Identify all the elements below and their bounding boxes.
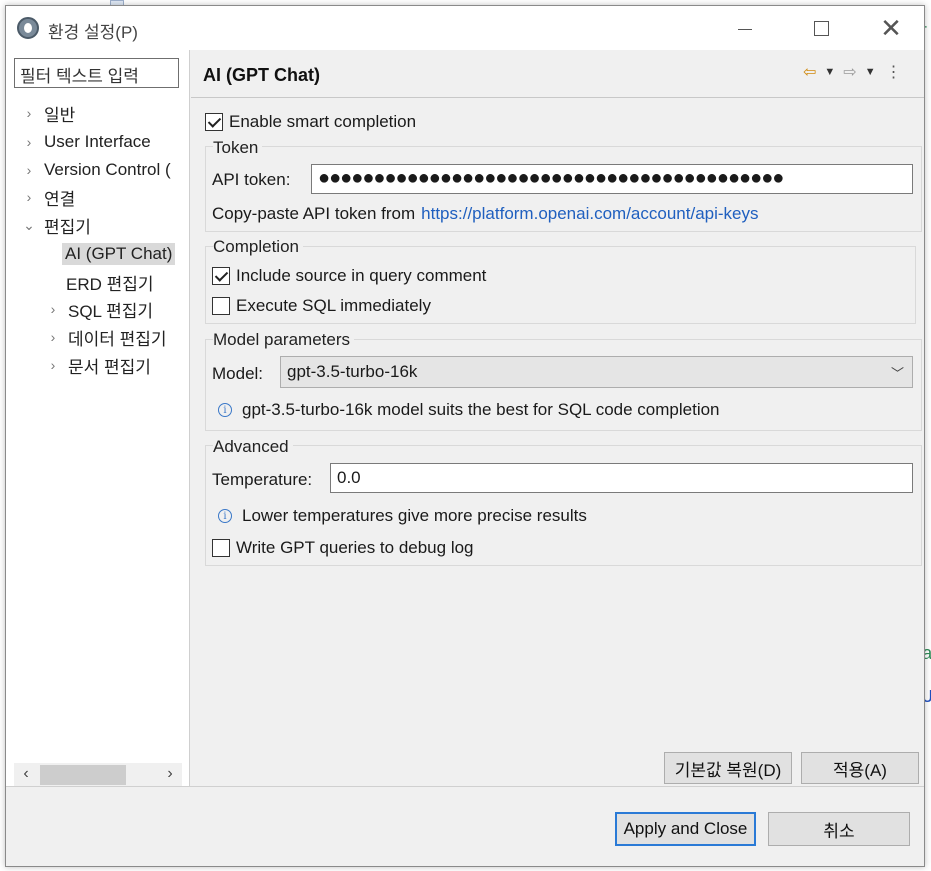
preference-page: AI (GPT Chat) ⇦ ▼ ⇨ ▼ ⋮ Enable smart com… xyxy=(191,50,924,786)
enable-smart-completion-label: Enable smart completion xyxy=(229,112,417,131)
tree-item-editors[interactable]: ⌄ 편집기 xyxy=(20,212,91,238)
chevron-right-icon[interactable]: › xyxy=(20,189,38,205)
model-label: Model: xyxy=(212,364,264,383)
execute-sql-label: Execute SQL immediately xyxy=(236,296,431,315)
debug-log-row[interactable]: Write GPT queries to debug log xyxy=(212,538,474,558)
chevron-down-icon[interactable]: ⌄ xyxy=(20,217,38,234)
apply-and-close-button[interactable]: Apply and Close xyxy=(615,812,756,846)
horizontal-scrollbar[interactable]: ‹ › xyxy=(14,763,182,787)
tree-item-version-control[interactable]: › Version Control ( xyxy=(20,157,171,183)
api-token-label: API token: xyxy=(212,170,291,189)
close-button[interactable]: ✕ xyxy=(868,6,914,50)
forward-dropdown-icon[interactable]: ▼ xyxy=(865,66,876,78)
include-source-label: Include source in query comment xyxy=(236,266,487,285)
back-dropdown-icon[interactable]: ▼ xyxy=(824,66,835,78)
info-icon: i xyxy=(218,403,232,417)
tree-item-label: User Interface xyxy=(44,132,151,151)
completion-group-title: Completion xyxy=(213,237,303,257)
temperature-info-text: Lower temperatures give more precise res… xyxy=(242,506,587,525)
model-select-value: gpt-3.5-turbo-16k xyxy=(287,362,418,381)
tree-item-label: Version Control ( xyxy=(44,160,171,179)
tree-item-label: 데이터 편집기 xyxy=(68,329,167,349)
tree-item-label: 문서 편집기 xyxy=(68,357,151,377)
maximize-icon xyxy=(813,20,829,36)
chevron-right-icon[interactable]: › xyxy=(20,162,38,178)
restore-defaults-button[interactable]: 기본값 복원(D) xyxy=(664,752,792,784)
tree-item-data-editor[interactable]: › 데이터 편집기 xyxy=(44,324,167,350)
back-arrow-icon[interactable]: ⇦ xyxy=(803,62,816,82)
chevron-right-icon[interactable]: › xyxy=(20,134,38,150)
scrollbar-thumb[interactable] xyxy=(40,765,126,785)
tree-item-sql-editor[interactable]: › SQL 편집기 xyxy=(44,296,153,322)
model-info-row: i gpt-3.5-turbo-16k model suits the best… xyxy=(218,400,720,420)
temperature-field[interactable]: 0.0 xyxy=(330,463,913,493)
tree-item-label: 편집기 xyxy=(44,217,91,237)
enable-smart-completion-checkbox[interactable] xyxy=(205,113,223,131)
model-parameters-group-title: Model parameters xyxy=(213,330,355,350)
page-header: AI (GPT Chat) ⇦ ▼ ⇨ ▼ ⋮ xyxy=(191,50,924,98)
debug-log-label: Write GPT queries to debug log xyxy=(236,538,474,557)
execute-sql-checkbox[interactable] xyxy=(212,297,230,315)
history-navigation: ⇦ ▼ ⇨ ▼ ⋮ xyxy=(803,62,902,82)
info-icon: i xyxy=(218,509,232,523)
tree-item-label: 연결 xyxy=(44,189,76,209)
forward-arrow-icon[interactable]: ⇨ xyxy=(843,62,856,82)
chevron-right-icon[interactable]: › xyxy=(44,329,62,345)
api-token-hint: Copy-paste API token from https://platfo… xyxy=(212,204,759,224)
preferences-dialog: 환경 설정(P) ✕ 필터 텍스트 입력 › 일반 › User Interfa… xyxy=(5,5,925,867)
close-icon: ✕ xyxy=(880,13,902,43)
include-source-row[interactable]: Include source in query comment xyxy=(212,266,486,286)
tree-item-user-interface[interactable]: › User Interface xyxy=(20,129,151,155)
tree-item-label: ERD 편집기 xyxy=(66,274,154,294)
tree-item-label: SQL 편집기 xyxy=(68,301,154,321)
tree-item-connections[interactable]: › 연결 xyxy=(20,184,76,210)
temperature-info-row: i Lower temperatures give more precise r… xyxy=(218,506,587,526)
view-menu-icon[interactable]: ⋮ xyxy=(886,62,902,82)
include-source-checkbox[interactable] xyxy=(212,267,230,285)
maximize-button[interactable] xyxy=(798,6,844,50)
debug-log-checkbox[interactable] xyxy=(212,539,230,557)
app-icon xyxy=(17,17,39,39)
chevron-right-icon[interactable]: › xyxy=(44,357,62,373)
execute-sql-row[interactable]: Execute SQL immediately xyxy=(212,296,431,316)
scroll-right-icon[interactable]: › xyxy=(160,765,180,785)
api-token-field[interactable]: ●●●●●●●●●●●●●●●●●●●●●●●●●●●●●●●●●●●●●●●●… xyxy=(311,164,913,194)
dialog-footer: Apply and Close 취소 xyxy=(6,786,924,866)
filter-input[interactable]: 필터 텍스트 입력 xyxy=(14,58,179,88)
page-title: AI (GPT Chat) xyxy=(203,65,320,85)
apply-button[interactable]: 적용(A) xyxy=(801,752,919,784)
chevron-down-icon[interactable]: ﹀ xyxy=(891,363,904,382)
advanced-group-title: Advanced xyxy=(213,437,293,457)
minimize-button[interactable] xyxy=(722,6,768,50)
token-group-title: Token xyxy=(213,138,263,158)
tree-item-doc-editor[interactable]: › 문서 편집기 xyxy=(44,352,151,378)
api-token-hint-text: Copy-paste API token from xyxy=(212,204,416,223)
chevron-right-icon[interactable]: › xyxy=(44,301,62,317)
tree-item-erd-editor[interactable]: ERD 편집기 xyxy=(66,269,154,295)
minimize-icon xyxy=(738,28,752,30)
title-bar: 환경 설정(P) ✕ xyxy=(6,6,924,50)
model-select[interactable]: gpt-3.5-turbo-16k ﹀ xyxy=(280,356,913,388)
tree-item-label: AI (GPT Chat) xyxy=(62,243,176,265)
chevron-right-icon[interactable]: › xyxy=(20,105,38,121)
preferences-tree: 필터 텍스트 입력 › 일반 › User Interface › Versio… xyxy=(6,50,190,787)
tree-item-general[interactable]: › 일반 xyxy=(20,100,76,126)
temperature-label: Temperature: xyxy=(212,470,313,489)
window-title: 환경 설정(P) xyxy=(48,23,138,42)
enable-smart-completion-row[interactable]: Enable smart completion xyxy=(205,112,416,132)
model-info-text: gpt-3.5-turbo-16k model suits the best f… xyxy=(242,400,720,419)
tree-item-label: 일반 xyxy=(44,105,76,125)
cancel-button[interactable]: 취소 xyxy=(768,812,910,846)
scroll-left-icon[interactable]: ‹ xyxy=(16,765,36,785)
tree-item-ai-gpt-chat[interactable]: AI (GPT Chat) xyxy=(62,241,176,267)
api-keys-link[interactable]: https://platform.openai.com/account/api-… xyxy=(421,204,758,224)
